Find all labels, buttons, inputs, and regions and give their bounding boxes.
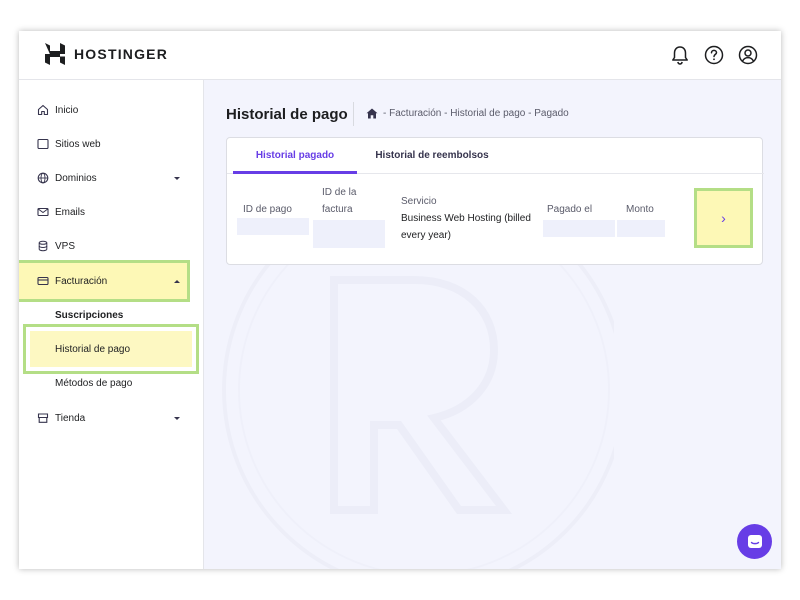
sidebar-subitem-metodos-de-pago[interactable]: Métodos de pago [19,366,204,400]
sidebar-subitem-suscripciones[interactable]: Suscripciones [19,298,204,332]
sidebar-item-label: Tienda [55,412,86,424]
browser-icon [37,138,49,150]
breadcrumb-separator: - [383,108,387,119]
payment-history-card: Historial pagado Historial de reembolsos… [226,137,764,265]
invoice-id-placeholder [313,220,385,248]
page-title: Historial de pago [226,106,348,123]
breadcrumb-item-historial[interactable]: Historial de pago [450,108,525,119]
chevron-down-icon [174,416,180,420]
paid-on-placeholder [543,220,615,237]
sidebar-item-label: Inicio [55,104,79,116]
globe-icon [37,172,49,184]
database-icon [38,240,48,252]
sidebar-item-tienda[interactable]: Tienda [19,401,204,435]
sidebar-subitem-label: Suscripciones [55,309,124,321]
credit-card-icon [37,276,49,286]
chat-launcher-button[interactable] [737,524,772,559]
mail-icon [37,207,49,217]
chevron-up-icon [174,279,180,283]
breadcrumb-item-facturacion[interactable]: Facturación [389,108,441,119]
brand-name: HOSTINGER [74,46,169,62]
account-icon[interactable] [737,44,759,66]
tab-historial-pagado[interactable]: Historial pagado [233,138,357,174]
title-divider [353,102,354,126]
breadcrumb-separator: - [528,108,532,119]
sidebar-item-dominios[interactable]: Dominios [19,161,204,195]
sidebar-subitem-historial-de-pago[interactable]: Historial de pago [19,332,204,366]
breadcrumb-item-pagado: Pagado [534,108,569,119]
sidebar-item-facturacion[interactable]: Facturación [19,264,204,298]
breadcrumb: - Facturación - Historial de pago - Paga… [366,108,569,119]
sidebar-item-label: Dominios [55,172,97,184]
chevron-down-icon [174,176,180,180]
brand-logo[interactable]: HOSTINGER [45,43,168,65]
active-tab-indicator [233,171,357,174]
column-header-invoice-id-line2: factura [322,204,353,215]
sidebar-item-label: VPS [55,240,76,252]
store-icon [37,413,49,423]
top-header: HOSTINGER [19,31,781,80]
payment-id-placeholder [237,218,309,235]
chat-icon [747,534,762,548]
sidebar: Inicio Sitios web Dominios Emails VPS Fa… [19,80,204,569]
hostinger-logo-icon [45,43,65,65]
service-value-line1: Business Web Hosting (billed [401,213,531,224]
column-header-payment-id: ID de pago [243,204,292,215]
sidebar-item-label: Sitios web [55,138,101,150]
sidebar-item-sitios-web[interactable]: Sitios web [19,127,204,161]
column-header-amount: Monto [626,204,654,215]
main-content: Historial de pago - Facturación - Histor… [204,80,781,569]
sidebar-item-inicio[interactable]: Inicio [19,93,204,127]
sidebar-subitem-label: Métodos de pago [55,377,133,389]
service-value-line2: every year) [401,230,452,241]
app-window: HOSTINGER Inicio Sitios web Dominios Ema… [19,31,781,569]
row-detail-highlight: › [694,188,753,248]
column-header-service: Servicio [401,196,437,207]
breadcrumb-separator: - [444,108,448,119]
header-actions [669,44,759,66]
sidebar-item-label: Facturación [55,275,108,287]
chevron-right-icon[interactable]: › [697,191,750,245]
help-icon[interactable] [703,44,725,66]
tab-historial-reembolsos[interactable]: Historial de reembolsos [357,138,507,174]
home-icon[interactable] [366,108,378,119]
column-header-invoice-id-line1: ID de la [322,187,357,198]
sidebar-item-emails[interactable]: Emails [19,195,204,229]
tab-bar: Historial pagado Historial de reembolsos [227,138,764,174]
home-icon [37,104,49,116]
sidebar-item-label: Emails [55,206,86,218]
sidebar-subitem-label: Historial de pago [55,343,131,355]
column-header-paid-on: Pagado el [547,204,593,215]
sidebar-item-vps[interactable]: VPS [19,229,204,263]
bell-icon[interactable] [669,44,691,66]
amount-placeholder [617,220,665,237]
